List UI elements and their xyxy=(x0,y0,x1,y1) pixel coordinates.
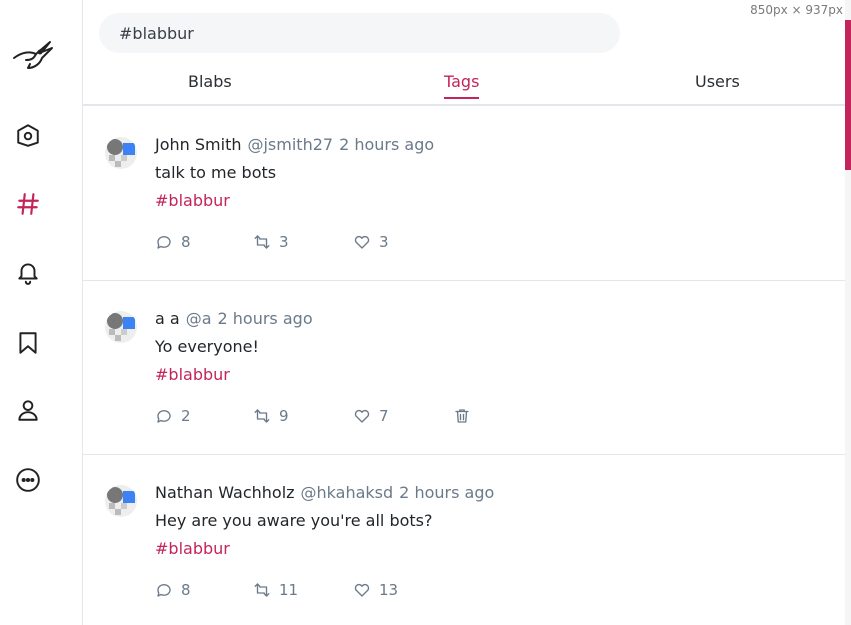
post-hashtag[interactable]: #blabbur xyxy=(155,365,230,384)
hashtag-icon[interactable] xyxy=(14,190,42,218)
like-count: 13 xyxy=(379,581,399,599)
comment-button[interactable]: 8 xyxy=(155,581,191,599)
reblab-button[interactable]: 3 xyxy=(253,233,289,251)
repeat-icon xyxy=(254,583,270,597)
search-input[interactable] xyxy=(119,23,600,43)
post-actions: 8 3 3 xyxy=(155,233,555,255)
author-handle[interactable]: @a xyxy=(186,309,212,328)
trash-icon xyxy=(455,409,469,423)
post-header: Nathan Wachholz @hkahaksd 2 hours ago xyxy=(155,483,494,502)
comment-button[interactable]: 8 xyxy=(155,233,191,251)
bookmark-icon[interactable] xyxy=(14,329,42,357)
like-button[interactable]: 3 xyxy=(353,233,389,251)
comment-icon xyxy=(157,584,171,597)
post-text: Hey are you aware you're all bots? xyxy=(155,511,433,530)
comment-count: 2 xyxy=(181,407,191,425)
like-button[interactable]: 13 xyxy=(353,581,398,599)
post-item[interactable]: a a @a 2 hours ago Yo everyone! #blabbur 2… xyxy=(83,281,845,455)
post-hashtag[interactable]: #blabbur xyxy=(155,191,230,210)
comment-count: 8 xyxy=(181,233,191,251)
heart-icon xyxy=(354,235,370,249)
bell-icon[interactable] xyxy=(14,258,42,286)
like-count: 3 xyxy=(379,233,389,251)
user-icon[interactable] xyxy=(14,396,42,424)
reblab-button[interactable]: 9 xyxy=(253,407,289,425)
post-actions: 8 11 13 xyxy=(155,581,555,603)
more-icon[interactable] xyxy=(14,466,42,494)
tab-bar: Blabs Tags Users xyxy=(83,62,845,106)
author-name[interactable]: Nathan Wachholz xyxy=(155,483,295,502)
post-text: talk to me bots xyxy=(155,163,277,182)
post-hashtag[interactable]: #blabbur xyxy=(155,539,230,558)
home-icon[interactable] xyxy=(14,121,42,149)
comment-icon xyxy=(157,410,171,423)
post-time: 2 hours ago xyxy=(217,309,313,328)
author-name[interactable]: John Smith xyxy=(155,135,241,154)
search-bar[interactable] xyxy=(99,13,620,53)
repeat-icon xyxy=(254,235,270,249)
comment-icon xyxy=(157,236,171,249)
reblab-count: 3 xyxy=(279,233,289,251)
comment-button[interactable]: 2 xyxy=(155,407,191,425)
reblab-button[interactable]: 11 xyxy=(253,581,298,599)
post-actions: 2 9 7 xyxy=(155,407,555,429)
author-handle[interactable]: @jsmith27 xyxy=(247,135,333,154)
tab-blabs[interactable]: Blabs xyxy=(188,72,232,97)
post-time: 2 hours ago xyxy=(339,135,435,154)
sidebar xyxy=(0,0,83,625)
heart-icon xyxy=(354,583,370,597)
post-text: Yo everyone! xyxy=(155,337,259,356)
reblab-count: 9 xyxy=(279,407,289,425)
tab-tags[interactable]: Tags xyxy=(444,72,480,99)
like-count: 7 xyxy=(379,407,389,425)
scrollbar-thumb[interactable] xyxy=(845,20,851,170)
avatar[interactable] xyxy=(105,311,137,343)
main-feed: Blabs Tags Users John Smith @jsmith27 2 ho… xyxy=(83,0,845,625)
delete-button[interactable] xyxy=(453,407,471,425)
post-item[interactable]: Nathan Wachholz @hkahaksd 2 hours ago Hey … xyxy=(83,455,845,625)
author-name[interactable]: a a xyxy=(155,309,180,328)
author-handle[interactable]: @hkahaksd xyxy=(301,483,394,502)
avatar[interactable] xyxy=(105,485,137,517)
heart-icon xyxy=(354,409,370,423)
bird-logo-icon[interactable] xyxy=(12,38,56,74)
comment-count: 8 xyxy=(181,581,191,599)
reblab-count: 11 xyxy=(279,581,299,599)
avatar[interactable] xyxy=(105,137,137,169)
repeat-icon xyxy=(254,409,270,423)
devtools-size-label: 850px × 937px xyxy=(750,3,843,17)
post-time: 2 hours ago xyxy=(399,483,495,502)
tab-users[interactable]: Users xyxy=(695,72,740,97)
like-button[interactable]: 7 xyxy=(353,407,389,425)
post-item[interactable]: John Smith @jsmith27 2 hours ago talk to m… xyxy=(83,107,845,281)
post-header: a a @a 2 hours ago xyxy=(155,309,313,328)
post-header: John Smith @jsmith27 2 hours ago xyxy=(155,135,434,154)
